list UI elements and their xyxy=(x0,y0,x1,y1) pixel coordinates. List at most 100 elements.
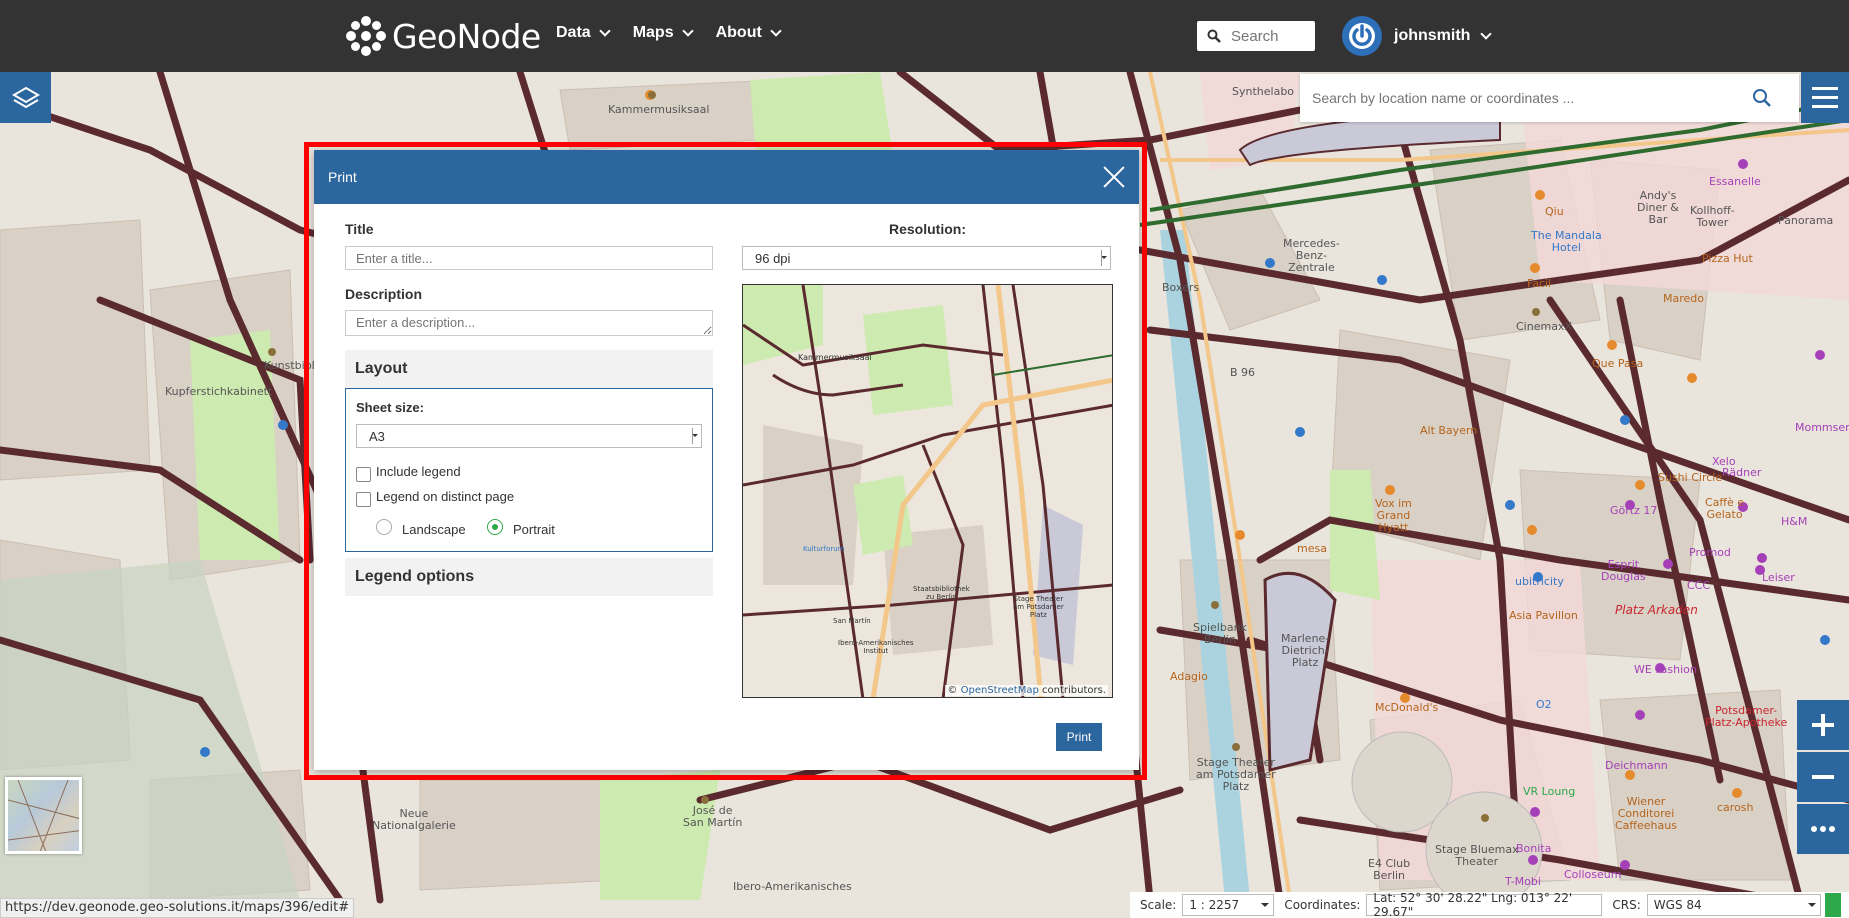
map-label: Alt Bayern xyxy=(1420,424,1478,437)
map-label: mesa xyxy=(1297,542,1327,555)
attribution-suffix: contributors. xyxy=(1042,685,1106,696)
map-label: Kupferstichkabinett xyxy=(165,385,273,398)
minimap-roads xyxy=(8,780,79,851)
url-tooltip: https://dev.geonode.geo-solutions.it/map… xyxy=(0,898,355,918)
user-menu[interactable]: johnsmith xyxy=(1342,16,1493,56)
layout-panel-body: Sheet size: A3 Include legend Legend on … xyxy=(345,388,713,552)
chevron-down-icon xyxy=(1101,256,1107,262)
layers-icon xyxy=(11,86,40,108)
print-preview-map[interactable]: Kammermusiksaal Staatsbibliothek zu Berl… xyxy=(742,284,1113,698)
dialog-header: Print xyxy=(314,150,1139,204)
nav-maps[interactable]: Maps xyxy=(632,24,694,42)
more-options-button[interactable] xyxy=(1797,804,1849,854)
description-label: Description xyxy=(345,286,423,302)
map-label: Görtz 17 xyxy=(1610,504,1658,517)
include-legend-checkbox[interactable] xyxy=(356,467,371,482)
map-label: Wiener Conditorei Caffeehaus xyxy=(1615,795,1677,832)
map-label: Qiu xyxy=(1545,205,1564,218)
print-dialog: Print Title Description Layout Sheet siz… xyxy=(314,150,1139,770)
scale-label: Scale: xyxy=(1140,898,1177,912)
close-icon[interactable] xyxy=(1103,166,1125,188)
map-label: carosh xyxy=(1717,801,1754,814)
map-label: Sushi Circle xyxy=(1658,471,1723,484)
map-label: Synthelabo xyxy=(1232,85,1295,98)
include-legend-label: Include legend xyxy=(376,464,461,479)
burger-line xyxy=(1812,105,1838,108)
title-label: Title xyxy=(345,221,374,237)
status-bar: Scale: 1 : 2257 Coordinates: Lat: 52° 30… xyxy=(1130,891,1849,918)
print-button[interactable]: Print xyxy=(1056,723,1102,751)
map-label: McDonald's xyxy=(1375,701,1439,714)
map-label: T-Mobi xyxy=(1505,875,1541,888)
zoom-in-button[interactable] xyxy=(1797,700,1849,750)
openstreetmap-link[interactable]: OpenStreetMap xyxy=(961,685,1039,696)
scale-select[interactable]: 1 : 2257 xyxy=(1182,894,1275,916)
landscape-radio[interactable] xyxy=(376,519,392,535)
map-label: E4 Club Berlin xyxy=(1368,857,1411,882)
map-label: Stage Theater am Potsdamer Platz xyxy=(1013,595,1064,619)
nav-data[interactable]: Data xyxy=(556,24,611,42)
burger-line xyxy=(1812,87,1838,90)
crs-select[interactable]: WGS 84 xyxy=(1646,894,1821,916)
chevron-down-icon xyxy=(770,25,782,37)
layers-button[interactable] xyxy=(0,72,51,123)
map-label: Mercedes- Benz- Zentrale xyxy=(1283,237,1340,274)
map-label: WE Fashion xyxy=(1634,663,1697,676)
nav-about[interactable]: About xyxy=(716,24,782,42)
map-label: Kammermusiksaal xyxy=(608,103,710,116)
landscape-label: Landscape xyxy=(402,522,466,537)
map-label: Pizza Hut xyxy=(1702,252,1753,265)
title-input[interactable] xyxy=(345,246,713,270)
geonode-logo-icon xyxy=(346,16,386,56)
map-label: Mommsene xyxy=(1795,421,1849,434)
map-label: Facil xyxy=(1527,277,1552,290)
map-label: San Martín xyxy=(833,617,871,625)
sheet-size-value: A3 xyxy=(369,429,385,444)
sheet-size-select[interactable]: A3 xyxy=(356,424,702,448)
nav-maps-label: Maps xyxy=(632,24,674,41)
chevron-down-icon xyxy=(681,25,694,37)
map-label: Promod xyxy=(1689,546,1731,559)
portrait-label: Portrait xyxy=(513,522,555,537)
coordinates-display: Lat: 52° 30' 28.22" Lng: 013° 22' 29.67" xyxy=(1366,891,1603,918)
nav-data-label: Data xyxy=(556,24,591,41)
legend-options-header[interactable]: Legend options xyxy=(345,558,713,596)
username: johnsmith xyxy=(1394,27,1471,44)
location-search-input[interactable] xyxy=(1312,90,1752,106)
description-textarea[interactable] xyxy=(345,310,713,336)
overview-minimap[interactable] xyxy=(5,777,82,854)
chevron-down-icon xyxy=(599,25,611,37)
search-icon[interactable] xyxy=(1752,88,1772,108)
layout-panel-header[interactable]: Layout xyxy=(345,350,713,388)
portrait-radio[interactable] xyxy=(487,519,503,535)
map-label: Vox im Grand Hyatt xyxy=(1375,497,1412,534)
map-label: Spielbank Berlin xyxy=(1193,621,1247,646)
map-label: Platz Arkaden xyxy=(1615,603,1698,617)
map-label: Stage Bluemax Theater xyxy=(1435,843,1519,868)
attribution-prefix: © xyxy=(947,685,958,696)
map-label: Staatsbibliothek zu Berlin xyxy=(913,585,970,601)
resolution-select[interactable]: 96 dpi xyxy=(742,246,1111,270)
chevron-down-icon xyxy=(692,434,698,440)
map-label: O2 xyxy=(1536,698,1552,711)
map-label: B 96 xyxy=(1230,366,1256,379)
zoom-out-button[interactable] xyxy=(1797,752,1849,802)
map-label: Neue Nationalgalerie xyxy=(372,807,456,832)
legend-distinct-page-checkbox[interactable] xyxy=(356,492,371,507)
map-label: Colloseum xyxy=(1564,868,1622,881)
power-icon xyxy=(1349,23,1375,49)
map-label: Deichmann xyxy=(1605,759,1668,772)
crs-value: WGS 84 xyxy=(1653,898,1702,912)
sheet-size-label: Sheet size: xyxy=(356,400,424,415)
map-label: Kollhoff- Tower xyxy=(1690,204,1735,229)
brand-logo[interactable]: GeoNode xyxy=(346,14,541,58)
nav-search-input[interactable] xyxy=(1231,27,1303,45)
burger-menu-button[interactable] xyxy=(1801,72,1849,123)
map-label: Esprit Douglas xyxy=(1601,558,1646,583)
avatar xyxy=(1342,16,1382,56)
map-label: Stage Theater am Potsdamer Platz xyxy=(1196,756,1276,793)
coordinates-label: Coordinates: xyxy=(1284,898,1361,912)
ellipsis-icon xyxy=(1811,826,1835,832)
dialog-title: Print xyxy=(328,169,357,185)
map-attribution: © OpenStreetMap contributors. xyxy=(945,685,1108,696)
